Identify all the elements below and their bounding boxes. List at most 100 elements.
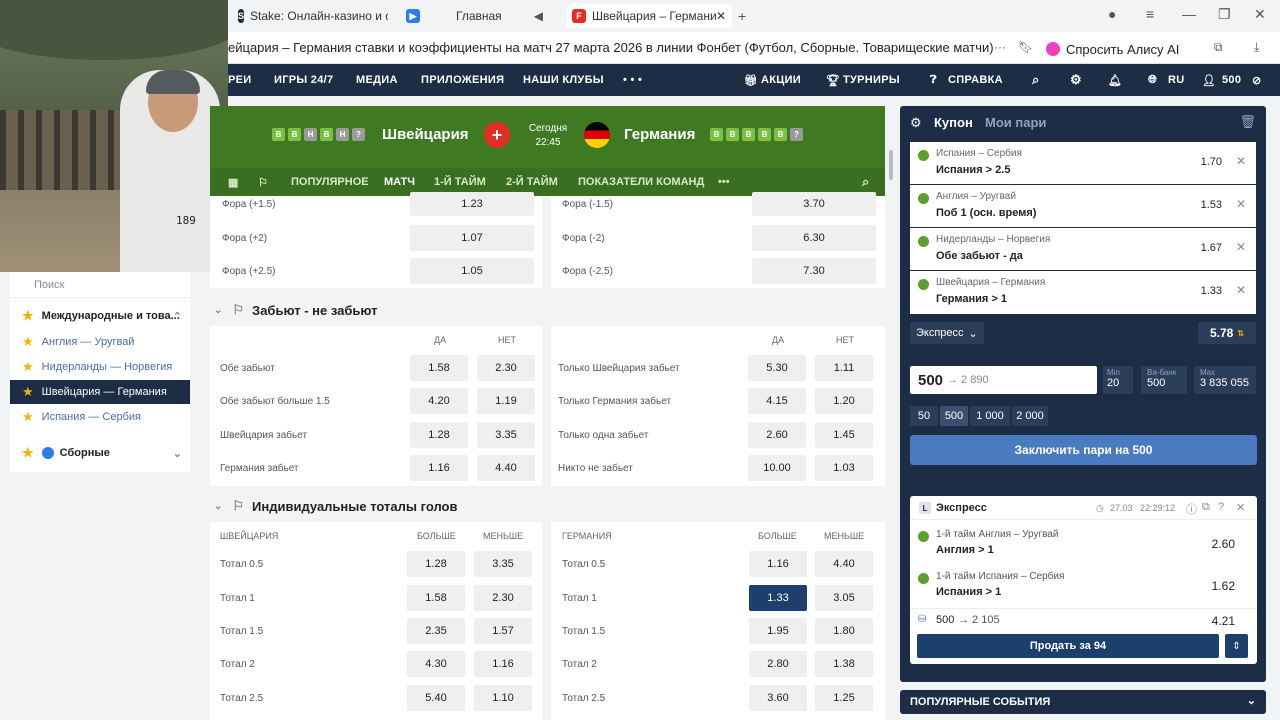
search-icon[interactable]: ⌕ [862, 174, 869, 190]
odd-button[interactable]: 3.35 [477, 422, 535, 448]
place-bet-button[interactable]: Заключить пари на 500 [910, 435, 1257, 465]
odd-button[interactable]: 2.60 [748, 422, 806, 448]
more-icon[interactable]: ··· [994, 40, 1006, 54]
odd-button[interactable]: 5.40 [407, 685, 465, 711]
tab-team-stats[interactable]: ПОКАЗАТЕЛИ КОМАНД [578, 176, 704, 188]
coupon-item[interactable]: Англия – Уругвай Поб 1 (осн. время) 1.53… [910, 185, 1256, 227]
odd-button[interactable]: 1.38 [815, 651, 873, 677]
coupon-item[interactable]: Испания – Сербия Испания > 2.5 1.70 ✕ [910, 142, 1256, 184]
tab-second-half[interactable]: 2-Й ТАЙМ [506, 176, 558, 188]
odd-button[interactable]: 1.45 [815, 422, 873, 448]
quick-stake-chip[interactable]: 2 000 [1012, 406, 1048, 426]
scrollbar-thumb[interactable] [889, 150, 893, 180]
odd-button[interactable]: 4.15 [748, 388, 806, 414]
sidebar-item-england-uruguay[interactable]: ★ Англия — Уругвай [10, 330, 190, 354]
new-tab-icon[interactable]: + [738, 8, 746, 24]
odd-button[interactable]: 4.20 [410, 388, 468, 414]
odd-button[interactable]: 1.16 [474, 651, 532, 677]
alice-button[interactable]: Спросить Алису AI [1046, 38, 1179, 60]
tab-popular[interactable]: ПОПУЛЯРНОЕ [291, 176, 369, 188]
odd-button[interactable]: 1.07 [410, 225, 534, 251]
sidebar-item-netherlands-norway[interactable]: ★ Нидерланды — Норвегия [10, 355, 190, 379]
odd-button[interactable]: 1.05 [410, 258, 534, 284]
away-team[interactable]: Германия [624, 126, 695, 143]
home-team[interactable]: Швейцария [382, 126, 469, 143]
profile-icon[interactable]: ● [1108, 6, 1116, 22]
odd-button[interactable]: 10.00 [748, 455, 806, 481]
stats-icon[interactable]: ▦ [228, 176, 238, 189]
odd-button[interactable]: 4.30 [407, 651, 465, 677]
vabank-stake[interactable]: Ва-банк 500 [1141, 366, 1187, 394]
nav-item[interactable]: РЕИ [228, 74, 251, 86]
section-btts[interactable]: ⌄ ⚐ Забьют - не забьют [210, 295, 378, 325]
more-tabs-icon[interactable]: ••• [718, 176, 730, 188]
odd-button[interactable]: 1.95 [749, 618, 807, 644]
odd-button[interactable]: 1.58 [410, 355, 468, 381]
copy-icon[interactable]: ⧉ [1202, 501, 1210, 514]
bookmark-icon[interactable]: ⚐ [258, 176, 268, 189]
odd-button[interactable]: 1.28 [407, 551, 465, 577]
odd-button[interactable]: 1.03 [815, 455, 873, 481]
odd-button[interactable]: 1.28 [410, 422, 468, 448]
odd-button[interactable]: 1.25 [815, 685, 873, 711]
remove-icon[interactable]: ✕ [1236, 154, 1246, 168]
min-stake[interactable]: Min 20 [1103, 366, 1133, 394]
remove-icon[interactable]: ✕ [1236, 240, 1246, 254]
quick-stake-chip[interactable]: 500 [940, 406, 968, 426]
nav-help[interactable]: СПРАВКА [948, 74, 1003, 86]
odd-button[interactable]: 3.70 [752, 192, 876, 216]
odd-button[interactable]: 1.11 [815, 355, 873, 381]
odd-button[interactable]: 1.16 [749, 551, 807, 577]
coupon-tab[interactable]: Купон [934, 115, 973, 130]
remove-icon[interactable]: ✕ [1236, 197, 1246, 211]
nav-clubs[interactable]: НАШИ КЛУБЫ [523, 74, 604, 86]
nav-media[interactable]: МЕДИА [356, 74, 398, 86]
popular-events-bar[interactable]: ПОПУЛЯРНЫЕ СОБЫТИЯ ⌄ [900, 690, 1266, 714]
quick-stake-chip[interactable]: 50 [910, 406, 938, 426]
extensions-icon[interactable]: ⧉ [1214, 40, 1223, 55]
info-icon[interactable]: ⓘ [1186, 501, 1197, 517]
nav-more-icon[interactable]: • • • [623, 74, 642, 86]
quick-stake-chip[interactable]: 1 000 [970, 406, 1010, 426]
odd-button[interactable]: 7.30 [752, 258, 876, 284]
close-window-icon[interactable]: ✕ [1254, 6, 1266, 23]
sell-options-icon[interactable]: ⇕ [1225, 634, 1248, 658]
odd-button[interactable]: 1.80 [815, 618, 873, 644]
odd-button[interactable]: 3.35 [474, 551, 532, 577]
menu-icon[interactable]: ≡ [1146, 6, 1154, 22]
search-icon[interactable]: ⌕ [1032, 72, 1040, 88]
tab-stake[interactable]: S Stake: Онлайн-казино и с [238, 4, 388, 28]
odd-button[interactable]: 1.57 [474, 618, 532, 644]
lang-select[interactable]: RU [1168, 74, 1185, 86]
close-tab-icon[interactable]: ✕ [716, 9, 726, 23]
restore-icon[interactable]: ❐ [1218, 6, 1231, 23]
odd-button[interactable]: 5.30 [748, 355, 806, 381]
trash-icon[interactable]: 🗑︎ [1239, 114, 1256, 130]
odd-button[interactable]: 2.35 [407, 618, 465, 644]
my-bets-tab[interactable]: Мои пари [985, 115, 1046, 130]
coupon-item[interactable]: Швейцария – Германия Германия > 1 1.33 ✕ [910, 271, 1256, 314]
max-stake[interactable]: Max 3 835 055 [1194, 366, 1256, 394]
sidebar-item-spain-serbia[interactable]: ★ Испания — Сербия [10, 405, 190, 429]
help-icon[interactable]: ? [1218, 501, 1224, 513]
balance[interactable]: 500 [1222, 74, 1241, 86]
odd-button[interactable]: 1.58 [407, 585, 465, 611]
odd-button[interactable]: 3.60 [749, 685, 807, 711]
bet-type-select[interactable]: Экспресс ⌄ [910, 322, 984, 344]
download-icon[interactable]: ⤓ [1254, 40, 1259, 55]
url-text[interactable]: ейцария – Германия ставки и коэффициенты… [228, 40, 994, 55]
sidebar-search[interactable]: Поиск [10, 272, 190, 298]
sidebar-group[interactable]: ★ Международные и това... ⌃ [10, 304, 190, 328]
tab-match[interactable]: МАТЧ [384, 176, 415, 188]
settings-icon[interactable]: ⚙ [910, 115, 922, 131]
nav-games[interactable]: ИГРЫ 24/7 [274, 74, 333, 86]
coupon-item[interactable]: Нидерланды – Норвегия Обе забьют - да 1.… [910, 228, 1256, 270]
sidebar-category[interactable]: ★ Сборные ⌄ [10, 441, 190, 465]
odd-button[interactable]: 1.19 [477, 388, 535, 414]
tab-fonbet[interactable]: F Швейцария – Германи ✕ [566, 4, 732, 28]
odd-button[interactable]: 2.30 [477, 355, 535, 381]
close-icon[interactable]: ✕ [1236, 501, 1245, 514]
tab-main[interactable]: ▶ Главная ◀ [406, 4, 556, 28]
odd-button[interactable]: 2.30 [474, 585, 532, 611]
odd-button[interactable]: 4.40 [815, 551, 873, 577]
